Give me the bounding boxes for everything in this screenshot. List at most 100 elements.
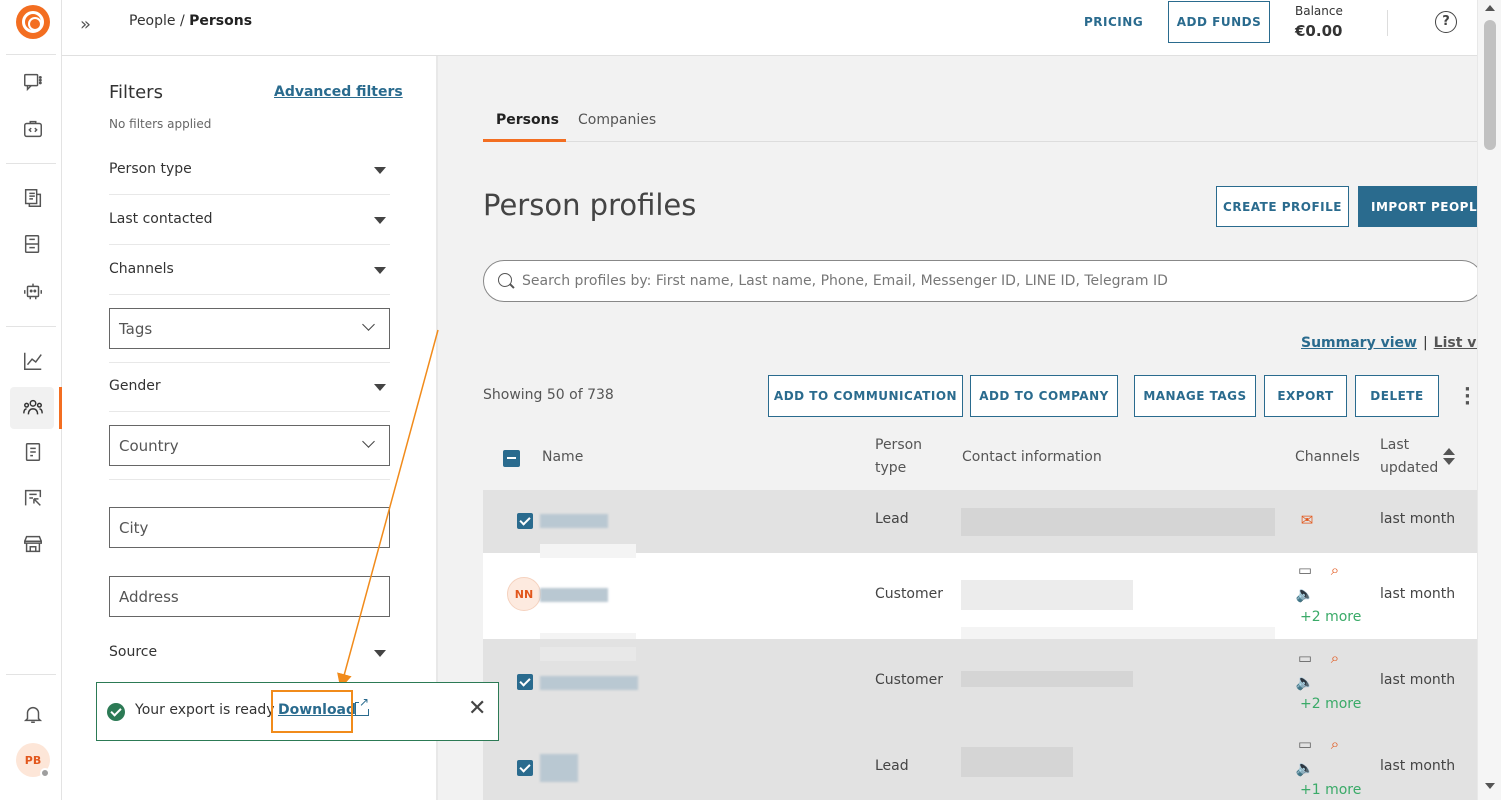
filter-last-contacted[interactable]: Last contacted bbox=[109, 195, 390, 245]
redacted-text bbox=[961, 627, 1275, 639]
templates-icon[interactable] bbox=[21, 187, 45, 211]
filter-channels[interactable]: Channels bbox=[109, 245, 390, 295]
campaigns-icon[interactable] bbox=[21, 233, 45, 257]
column-contact-information[interactable]: Contact information bbox=[962, 446, 1102, 469]
select-label: Country bbox=[119, 437, 179, 455]
chat-channel-icon: ▭ bbox=[1297, 561, 1313, 579]
analytics-icon[interactable] bbox=[21, 350, 45, 374]
apps-icon[interactable] bbox=[21, 487, 45, 511]
filter-gender[interactable]: Gender bbox=[109, 362, 390, 412]
search-icon bbox=[498, 273, 512, 287]
table-row[interactable]: Customer ▭ ⌕ 🔈 +2 more last month bbox=[483, 639, 1477, 725]
scroll-down-arrow[interactable] bbox=[1485, 783, 1495, 789]
table-row[interactable]: Lead ▭ ⌕ 🔈 +1 more last month bbox=[483, 725, 1477, 800]
person-type-cell: Customer bbox=[875, 586, 944, 602]
person-type-cell: Customer bbox=[875, 672, 944, 688]
city-input[interactable]: City bbox=[109, 507, 390, 548]
column-label: Person bbox=[875, 437, 923, 453]
filter-label: Source bbox=[109, 644, 158, 660]
tab-companies[interactable]: Companies bbox=[578, 112, 656, 128]
redacted-name[interactable] bbox=[540, 588, 608, 602]
presence-status-dot bbox=[40, 768, 50, 778]
view-separator: | bbox=[1422, 335, 1428, 351]
more-channels-link[interactable]: +2 more bbox=[1300, 609, 1361, 625]
developer-tools-icon[interactable] bbox=[21, 118, 45, 142]
add-funds-button[interactable]: ADD FUNDS bbox=[1168, 1, 1270, 43]
advanced-filters-link[interactable]: Advanced filters bbox=[274, 84, 403, 100]
row-checkbox[interactable] bbox=[517, 760, 533, 776]
search-placeholder: Search profiles by: First name, Last nam… bbox=[522, 273, 1168, 289]
caret-down-icon bbox=[374, 267, 386, 274]
column-name[interactable]: Name bbox=[542, 446, 583, 469]
tags-select[interactable]: Tags bbox=[109, 308, 390, 349]
table-row[interactable]: NN Customer ▭ ⌕ 🔈 +2 more last month bbox=[483, 544, 1477, 645]
create-profile-button[interactable]: CREATE PROFILE bbox=[1216, 186, 1349, 227]
pricing-link[interactable]: PRICING bbox=[1084, 15, 1143, 29]
search-input[interactable]: Search profiles by: First name, Last nam… bbox=[483, 260, 1477, 302]
country-select[interactable]: Country bbox=[109, 425, 390, 466]
last-updated-cell: last month bbox=[1380, 758, 1456, 774]
help-icon[interactable]: ? bbox=[1435, 11, 1457, 33]
filter-source[interactable]: Source bbox=[109, 628, 390, 678]
redacted-contact bbox=[961, 580, 1133, 610]
column-label: type bbox=[875, 460, 907, 476]
logs-icon[interactable] bbox=[21, 441, 45, 465]
redacted-name[interactable] bbox=[540, 754, 578, 782]
breadcrumb-parent[interactable]: People / bbox=[129, 13, 185, 29]
left-rail: PB bbox=[0, 0, 62, 800]
more-channels-link[interactable]: +1 more bbox=[1300, 782, 1361, 798]
close-icon[interactable]: ✕ bbox=[468, 697, 486, 721]
voice-channel-icon: 🔈 bbox=[1295, 759, 1315, 777]
chevron-down-icon bbox=[362, 318, 375, 331]
results-count: Showing 50 of 738 bbox=[483, 387, 614, 403]
manage-tags-button[interactable]: MANAGE TAGS bbox=[1134, 375, 1256, 417]
column-channels[interactable]: Channels bbox=[1295, 446, 1360, 469]
input-placeholder: Address bbox=[119, 588, 179, 606]
expand-sidebar-icon[interactable]: » bbox=[80, 14, 91, 35]
app-logo[interactable] bbox=[16, 5, 50, 39]
import-people-button[interactable]: IMPORT PEOPLE bbox=[1358, 186, 1477, 227]
tab-persons[interactable]: Persons bbox=[496, 112, 559, 128]
rail-divider bbox=[6, 326, 56, 327]
more-channels-link[interactable]: +2 more bbox=[1300, 696, 1361, 712]
more-actions-icon[interactable]: · · · bbox=[1464, 381, 1471, 413]
add-to-company-button[interactable]: ADD TO COMPANY bbox=[970, 375, 1118, 417]
tab-bar: Persons Companies bbox=[483, 106, 1477, 142]
redacted-name[interactable] bbox=[540, 514, 608, 528]
people-icon[interactable] bbox=[21, 396, 45, 420]
chevron-down-icon bbox=[362, 435, 375, 448]
store-icon[interactable] bbox=[21, 533, 45, 557]
page-scrollbar[interactable] bbox=[1477, 0, 1501, 800]
view-switcher: Summary view | List vie bbox=[1301, 335, 1477, 351]
balance-value: €0.00 bbox=[1295, 22, 1343, 40]
add-to-communication-button[interactable]: ADD TO COMMUNICATION bbox=[768, 375, 963, 417]
voice-channel-icon: 🔈 bbox=[1295, 673, 1315, 691]
caret-down-icon bbox=[374, 384, 386, 391]
column-person-type[interactable]: Person type bbox=[875, 434, 922, 480]
delete-button[interactable]: DELETE bbox=[1355, 375, 1439, 417]
notifications-bell-icon[interactable] bbox=[21, 703, 45, 727]
row-checkbox[interactable] bbox=[517, 513, 533, 529]
caret-down-icon bbox=[374, 167, 386, 174]
select-all-checkbox[interactable] bbox=[503, 450, 520, 467]
list-view-link[interactable]: List vie bbox=[1434, 335, 1477, 351]
sort-icon[interactable] bbox=[1443, 448, 1455, 465]
address-input[interactable]: Address bbox=[109, 576, 390, 617]
external-link-icon[interactable] bbox=[355, 695, 370, 716]
scrollbar-thumb[interactable] bbox=[1484, 20, 1496, 150]
voice-channel-icon: 🔈 bbox=[1295, 585, 1315, 603]
chatbots-icon[interactable] bbox=[21, 280, 45, 304]
topbar-divider bbox=[1387, 10, 1388, 36]
rail-divider bbox=[6, 163, 56, 164]
filters-title: Filters bbox=[109, 82, 163, 103]
conversations-icon[interactable] bbox=[21, 71, 45, 95]
balance-label: Balance bbox=[1295, 4, 1343, 18]
export-button[interactable]: EXPORT bbox=[1264, 375, 1347, 417]
caret-down-icon bbox=[374, 650, 386, 657]
filter-person-type[interactable]: Person type bbox=[109, 145, 390, 195]
row-checkbox[interactable] bbox=[517, 674, 533, 690]
redacted-name[interactable] bbox=[540, 676, 638, 690]
summary-view-link[interactable]: Summary view bbox=[1301, 335, 1417, 351]
scroll-up-arrow[interactable] bbox=[1485, 5, 1495, 11]
column-last-updated[interactable]: Last updated bbox=[1380, 434, 1438, 480]
